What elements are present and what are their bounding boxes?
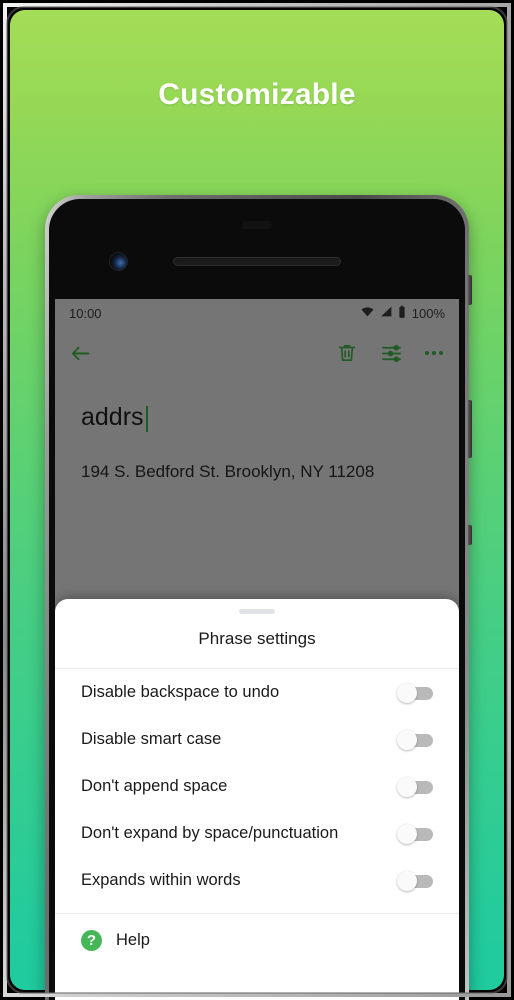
page-title: Customizable bbox=[158, 78, 356, 111]
tune-sliders-icon[interactable] bbox=[380, 342, 403, 365]
setting-row[interactable]: Don't expand by space/punctuation bbox=[55, 810, 459, 857]
sensor-notch bbox=[242, 221, 272, 229]
phrase-settings-sheet: Phrase settings Disable backspace to und… bbox=[55, 599, 459, 1000]
setting-row[interactable]: Expands within words bbox=[55, 857, 459, 904]
sheet-title: Phrase settings bbox=[198, 629, 316, 648]
phone-body: 10:00 100% addrs 194 S. Bedford St. Broo… bbox=[49, 199, 465, 1000]
setting-row[interactable]: Disable backspace to undo bbox=[55, 669, 459, 716]
toggle-switch[interactable] bbox=[397, 682, 433, 703]
switch-knob bbox=[397, 823, 417, 844]
help-label: Help bbox=[116, 930, 150, 949]
switch-knob bbox=[397, 682, 417, 703]
trash-icon[interactable] bbox=[336, 342, 358, 364]
setting-label: Expands within words bbox=[81, 871, 241, 889]
wifi-icon bbox=[360, 305, 375, 321]
text-caret bbox=[145, 405, 148, 432]
setting-label: Disable smart case bbox=[81, 730, 222, 748]
volume-button[interactable] bbox=[468, 400, 472, 458]
screenshot-root: Customizable 10:00 100% addrs 194 S. Bed… bbox=[0, 0, 514, 1000]
abbreviation-value: addrs bbox=[81, 403, 144, 431]
phone-mockup: 10:00 100% addrs 194 S. Bedford St. Broo… bbox=[45, 195, 472, 1000]
toggle-switch[interactable] bbox=[397, 729, 433, 750]
back-arrow-icon[interactable] bbox=[69, 342, 92, 365]
settings-list: Disable backspace to undo Disable smart … bbox=[55, 669, 459, 904]
switch-knob bbox=[397, 776, 417, 797]
switch-knob bbox=[397, 729, 417, 750]
toggle-switch[interactable] bbox=[397, 823, 433, 844]
help-row[interactable]: ? Help bbox=[55, 914, 459, 966]
toggle-switch[interactable] bbox=[397, 870, 433, 891]
setting-row[interactable]: Don't append space bbox=[55, 763, 459, 810]
status-time: 10:00 bbox=[69, 305, 102, 321]
battery-percent: 100% bbox=[411, 305, 445, 321]
switch-knob bbox=[397, 870, 417, 891]
cell-signal-icon bbox=[380, 305, 393, 321]
status-bar: 10:00 100% bbox=[55, 299, 459, 327]
power-button[interactable] bbox=[468, 275, 472, 305]
toggle-switch[interactable] bbox=[397, 776, 433, 797]
setting-label: Don't append space bbox=[81, 777, 228, 795]
setting-label: Disable backspace to undo bbox=[81, 683, 280, 701]
battery-icon bbox=[398, 305, 406, 322]
overflow-dot bbox=[432, 351, 436, 355]
phrase-field[interactable]: 194 S. Bedford St. Brooklyn, NY 11208 bbox=[81, 462, 374, 482]
app-toolbar bbox=[55, 327, 459, 379]
help-circle-icon: ? bbox=[81, 929, 102, 951]
status-icons: 100% bbox=[360, 305, 445, 322]
overflow-menu-icon[interactable] bbox=[425, 351, 443, 355]
overflow-dot bbox=[425, 351, 429, 355]
front-camera-icon bbox=[109, 252, 128, 271]
overflow-dot bbox=[439, 351, 443, 355]
app-screen: 10:00 100% addrs 194 S. Bedford St. Broo… bbox=[55, 299, 459, 1000]
setting-row[interactable]: Disable smart case bbox=[55, 716, 459, 763]
earpiece-speaker-icon bbox=[173, 257, 341, 266]
drag-handle[interactable] bbox=[239, 609, 275, 614]
volume-button-lower[interactable] bbox=[468, 525, 472, 545]
abbreviation-field[interactable]: addrs bbox=[81, 403, 148, 432]
setting-label: Don't expand by space/punctuation bbox=[81, 824, 339, 842]
